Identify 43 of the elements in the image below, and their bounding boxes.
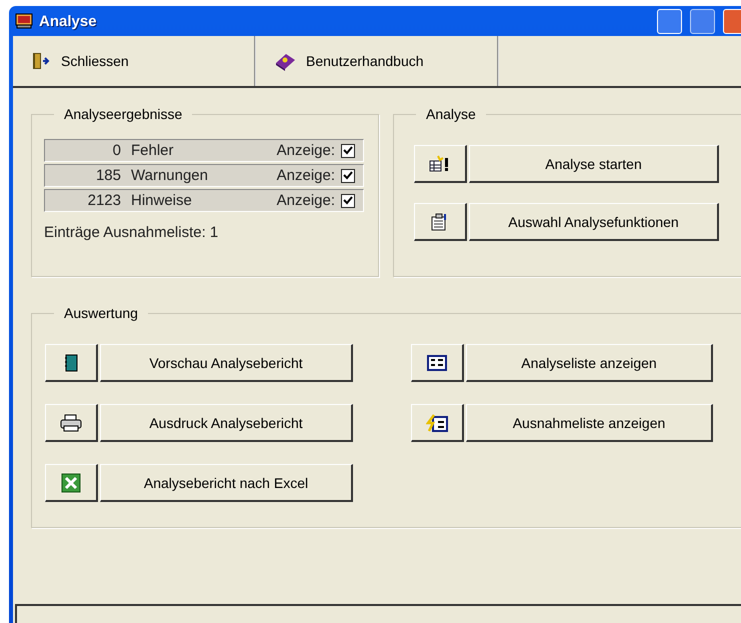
icon-button[interactable] <box>411 344 464 382</box>
notebook-icon <box>64 354 78 372</box>
table-exclamation-icon <box>429 154 451 172</box>
action-button[interactable]: Analysebericht nach Excel <box>100 464 353 502</box>
result-label: Warnungen <box>131 167 209 184</box>
list-window-icon <box>427 354 447 370</box>
action-button[interactable]: Analyseliste anzeigen <box>466 344 713 382</box>
icon-button[interactable] <box>45 404 98 442</box>
result-count: 2123 <box>86 192 121 209</box>
icon-button[interactable] <box>411 404 464 442</box>
maximize-button[interactable] <box>690 8 715 34</box>
icon-button[interactable] <box>414 145 467 183</box>
action-button[interactable]: Vorschau Analysebericht <box>100 344 353 382</box>
display-label: Anzeige: <box>276 167 335 184</box>
group-title: Analyseergebnisse <box>54 106 192 122</box>
group-title: Analyse <box>416 106 486 122</box>
display-checkbox[interactable] <box>341 144 355 158</box>
result-label: Fehler <box>131 142 175 159</box>
window-title: Analyse <box>39 12 98 30</box>
result-label: Hinweise <box>131 192 193 209</box>
icon-button[interactable] <box>414 203 467 241</box>
minimize-button[interactable] <box>657 8 682 34</box>
group-title: Auswertung <box>54 305 148 321</box>
display-checkbox[interactable] <box>341 194 355 208</box>
action-button[interactable]: Analyse starten <box>469 145 719 183</box>
spreadsheet-icon <box>61 472 81 492</box>
action-button[interactable]: Auswahl Analysefunktionen <box>469 203 719 241</box>
icon-button[interactable] <box>45 464 98 502</box>
close-button[interactable] <box>723 8 741 34</box>
book-icon <box>274 51 296 71</box>
door-icon <box>31 51 51 71</box>
action-button[interactable]: Ausdruck Analysebericht <box>100 404 353 442</box>
icon-button[interactable] <box>45 344 98 382</box>
app-icon <box>15 13 33 29</box>
result-count: 0 <box>112 142 121 159</box>
exceptions-count: Einträge Ausnahmeliste: 1 <box>44 224 220 241</box>
result-count: 185 <box>94 167 121 184</box>
display-label: Anzeige: <box>276 192 335 209</box>
display-label: Anzeige: <box>276 142 335 159</box>
lightning-list-icon <box>426 414 448 432</box>
printer-icon <box>60 414 82 432</box>
action-button[interactable]: Ausnahmeliste anzeigen <box>466 404 713 442</box>
display-checkbox[interactable] <box>341 168 355 182</box>
